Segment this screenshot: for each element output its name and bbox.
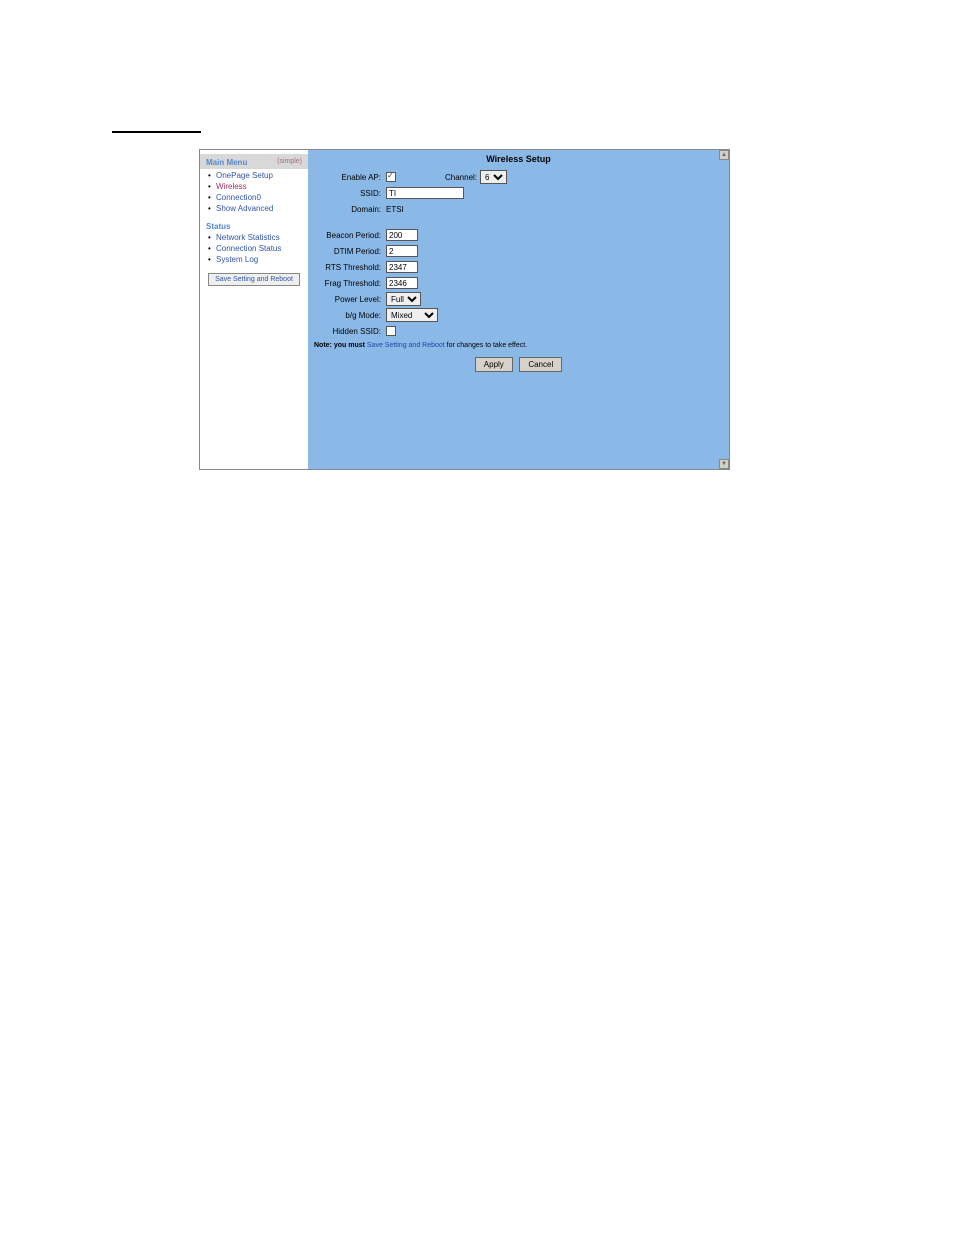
main-menu-list: OnePage Setup Wireless Connection0 Show … [202,171,306,214]
note-row: Note: you must Save Setting and Reboot f… [308,340,729,351]
input-dtim-period[interactable] [386,245,418,257]
input-rts-threshold[interactable] [386,261,418,273]
sidebar-item-system-log[interactable]: System Log [216,255,306,265]
select-power-level[interactable]: Full [386,292,421,306]
label-bg-mode: b/g Mode: [314,311,386,320]
label-dtim-period: DTIM Period: [314,247,386,256]
sidebar-item-show-advanced[interactable]: Show Advanced [216,204,306,214]
page-title: Wireless Setup [308,150,729,168]
label-rts-threshold: RTS Threshold: [314,263,386,272]
row-dtim-period: DTIM Period: [314,244,723,258]
sidebar-item-wireless[interactable]: Wireless [216,182,306,192]
status-menu-label: Status [202,220,234,233]
top-rule [112,131,201,133]
link-wireless[interactable]: Wireless [216,182,247,191]
app-frame: Main Menu (simple) OnePage Setup Wireles… [199,149,730,470]
sidebar-item-connection-status[interactable]: Connection Status [216,244,306,254]
label-enable-ap: Enable AP: [314,173,386,182]
scroll-up-icon[interactable]: ▲ [719,150,729,160]
note-suffix: for changes to take effect. [445,342,527,349]
save-setting-reboot-button[interactable]: Save Setting and Reboot [208,273,300,286]
label-hidden-ssid: Hidden SSID: [314,327,386,336]
row-ssid: SSID: [314,186,723,200]
menu-mode[interactable]: (simple) [273,156,306,167]
link-network-statistics[interactable]: Network Statistics [216,233,280,242]
wireless-form: Enable AP: Channel: 6 SSID: Domain: ETSI [308,170,729,338]
note-prefix: Note: you must [314,342,367,349]
row-power-level: Power Level: Full [314,292,723,306]
status-menu-list: Network Statistics Connection Status Sys… [202,233,306,265]
label-ssid: SSID: [314,189,386,198]
checkbox-hidden-ssid[interactable] [386,326,396,336]
row-hidden-ssid: Hidden SSID: [314,324,723,338]
main-menu-header-row: Main Menu (simple) [200,154,308,169]
sidebar-item-network-statistics[interactable]: Network Statistics [216,233,306,243]
main-menu-label: Main Menu [202,156,251,169]
checkbox-enable-ap[interactable] [386,172,396,182]
row-frag-threshold: Frag Threshold: [314,276,723,290]
sidebar-item-connection0[interactable]: Connection0 [216,193,306,203]
cancel-button[interactable]: Cancel [519,357,562,372]
row-rts-threshold: RTS Threshold: [314,260,723,274]
content-panel: ▲ ▼ Wireless Setup Enable AP: Channel: 6… [308,150,729,469]
apply-button[interactable]: Apply [475,357,513,372]
sidebar-item-onepage-setup[interactable]: OnePage Setup [216,171,306,181]
input-beacon-period[interactable] [386,229,418,241]
label-frag-threshold: Frag Threshold: [314,279,386,288]
link-show-advanced[interactable]: Show Advanced [216,204,273,213]
row-enable-ap: Enable AP: Channel: 6 [314,170,723,184]
label-domain: Domain: [314,205,386,214]
row-domain: Domain: ETSI [314,202,723,216]
link-connection-status[interactable]: Connection Status [216,244,281,253]
row-bg-mode: b/g Mode: Mixed [314,308,723,322]
input-frag-threshold[interactable] [386,277,418,289]
label-beacon-period: Beacon Period: [314,231,386,240]
value-domain: ETSI [386,205,404,214]
note-link[interactable]: Save Setting and Reboot [367,342,445,349]
sidebar: Main Menu (simple) OnePage Setup Wireles… [200,150,308,469]
input-ssid[interactable] [386,187,464,199]
row-beacon-period: Beacon Period: [314,228,723,242]
label-channel: Channel: [445,173,477,182]
label-power-level: Power Level: [314,295,386,304]
link-onepage-setup[interactable]: OnePage Setup [216,171,273,180]
link-system-log[interactable]: System Log [216,255,258,264]
select-channel[interactable]: 6 [480,170,507,184]
link-connection0[interactable]: Connection0 [216,193,261,202]
button-row: Apply Cancel [308,351,729,378]
scroll-down-icon[interactable]: ▼ [719,459,729,469]
select-bg-mode[interactable]: Mixed [386,308,438,322]
